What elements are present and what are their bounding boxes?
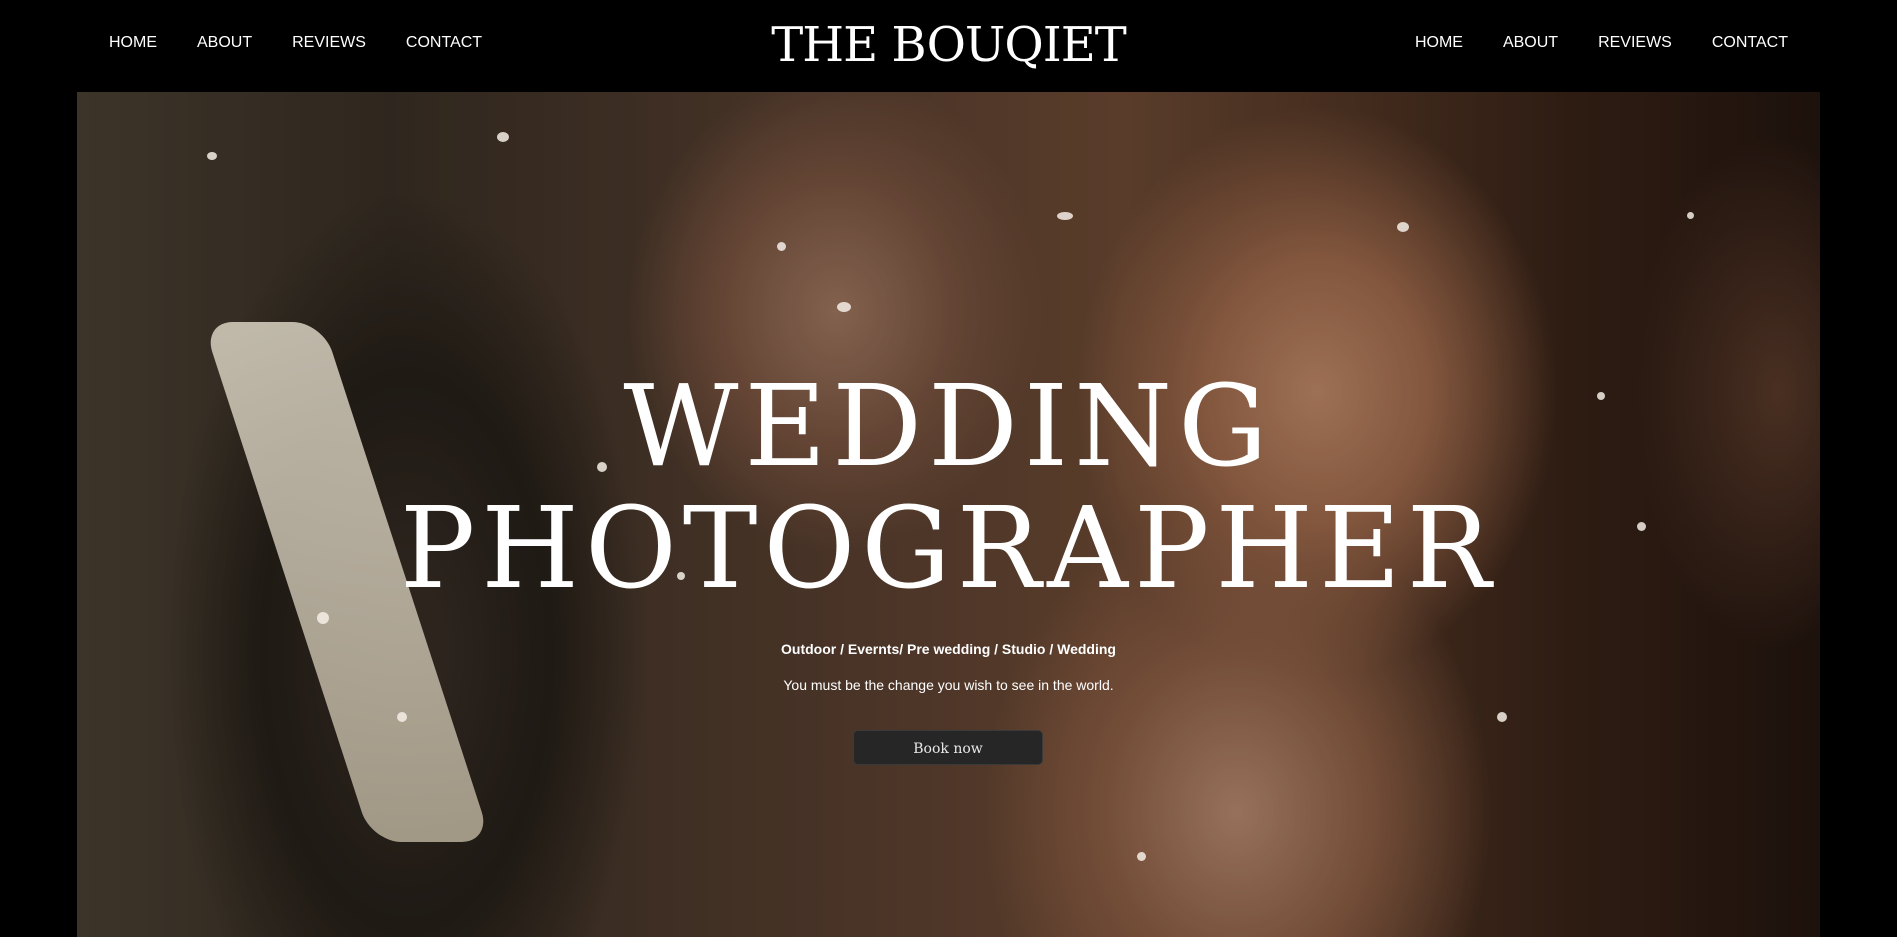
nav-link-contact-right[interactable]: CONTACT bbox=[1712, 32, 1788, 54]
nav-link-about-right[interactable]: ABOUT bbox=[1503, 32, 1558, 54]
site-header: HOME ABOUT REVIEWS CONTACT THE BOUQIET H… bbox=[0, 0, 1897, 92]
nav-link-reviews-right[interactable]: REVIEWS bbox=[1598, 32, 1672, 54]
book-now-button[interactable]: Book now bbox=[853, 730, 1043, 765]
nav-link-home-right[interactable]: HOME bbox=[1415, 32, 1463, 54]
hero-section: WEDDING PHOTOGRAPHER Outdoor / Evernts/ … bbox=[77, 92, 1820, 937]
hero-title-photographer: PHOTOGRAPHER bbox=[399, 484, 1498, 614]
primary-nav-right: HOME ABOUT REVIEWS CONTACT bbox=[1415, 32, 1788, 54]
hero-categories: Outdoor / Evernts/ Pre wedding / Studio … bbox=[781, 641, 1116, 657]
hero-quote: You must be the change you wish to see i… bbox=[783, 677, 1114, 693]
hero-title-wedding: WEDDING bbox=[623, 362, 1274, 492]
